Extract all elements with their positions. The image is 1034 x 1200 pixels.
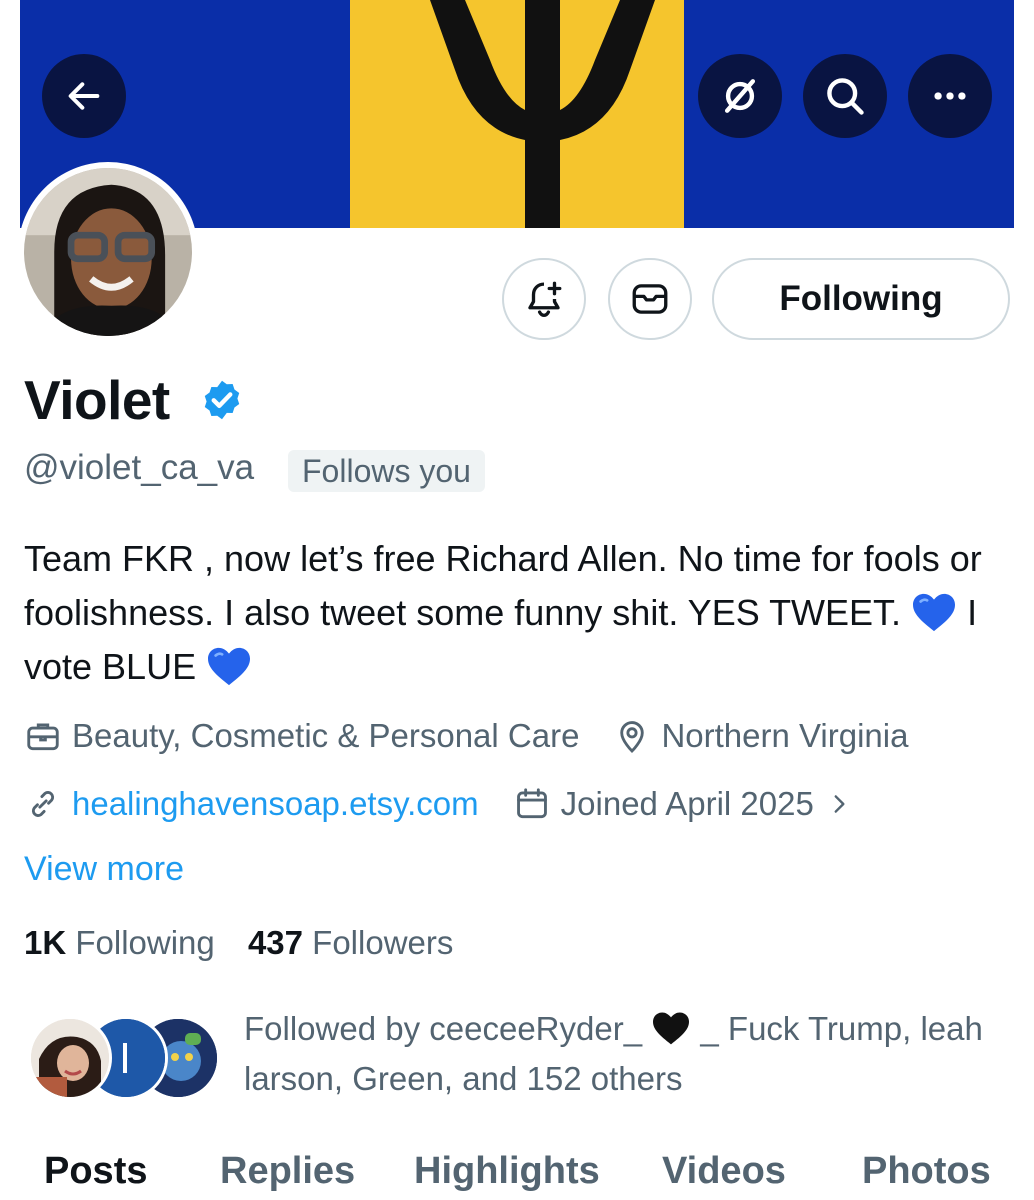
view-more-link[interactable]: View more — [24, 850, 184, 889]
notifications-button[interactable] — [502, 258, 586, 340]
back-button[interactable] — [42, 54, 126, 138]
more-dots-icon — [934, 92, 966, 100]
message-button[interactable] — [608, 258, 692, 340]
follower-avatar-image — [31, 1019, 109, 1097]
followers-count-link[interactable]: 437 Followers — [248, 924, 453, 961]
tab-replies[interactable]: Replies — [220, 1150, 355, 1193]
blue-heart-icon — [913, 593, 956, 632]
location-pin-icon — [620, 721, 645, 754]
following-button[interactable]: Following — [712, 258, 1010, 340]
grok-button[interactable] — [698, 54, 782, 138]
avatar-photo — [24, 168, 192, 336]
website-item[interactable]: healinghavensoap.etsy.com — [24, 785, 479, 823]
following-count-label: Following — [75, 924, 215, 961]
followers-count: 437 — [247, 924, 303, 961]
tab-highlights[interactable]: Highlights — [414, 1150, 600, 1193]
tab-posts[interactable]: Posts — [44, 1150, 147, 1193]
joined-text: Joined April 2025 — [560, 785, 814, 822]
location-text: Northern Virginia — [661, 717, 909, 754]
followed-by-part1: Followed by ceeceeRyder_ — [244, 1010, 652, 1047]
following-button-label: Following — [779, 279, 943, 318]
verified-badge-icon[interactable] — [200, 378, 244, 422]
follower-avatar-1 — [28, 1016, 112, 1100]
profile-handle: @violet_ca_va — [24, 448, 255, 487]
profile-tabs: Posts Replies Highlights Videos Photos — [0, 1150, 1034, 1200]
tab-photos[interactable]: Photos — [862, 1150, 991, 1193]
category-text: Beauty, Cosmetic & Personal Care — [72, 717, 580, 754]
follow-counts: 1K Following 437 Followers — [24, 924, 453, 962]
more-button[interactable] — [908, 54, 992, 138]
website-link[interactable]: healinghavensoap.etsy.com — [72, 785, 479, 823]
grok-slash-icon — [724, 79, 756, 113]
following-count: 1K — [24, 924, 67, 961]
arrow-left-icon — [68, 82, 100, 110]
blue-heart-icon — [208, 647, 251, 686]
link-icon — [31, 791, 55, 817]
profile-meta-row-1: Beauty, Cosmetic & Personal Care Norther… — [24, 714, 908, 758]
category-item: Beauty, Cosmetic & Personal Care — [24, 717, 579, 755]
location-item: Northern Virginia — [613, 717, 908, 755]
bell-plus-icon — [528, 281, 562, 317]
profile-name: Violet — [24, 369, 170, 431]
search-icon — [827, 78, 864, 115]
briefcase-icon — [27, 723, 59, 751]
chevron-right-icon — [834, 795, 845, 813]
profile-bio: Team FKR , now let’s free Richard Allen.… — [24, 532, 1014, 694]
joined-item[interactable]: Joined April 2025 — [513, 785, 852, 823]
followed-by-text[interactable]: Followed by ceeceeRyder_ _ Fuck Trump, l… — [244, 1004, 1014, 1104]
followers-count-label: Followers — [312, 924, 454, 961]
following-count-link[interactable]: 1K Following — [24, 924, 215, 961]
calendar-icon — [516, 788, 547, 819]
bio-text-part1: Team FKR , now let’s free Richard Allen.… — [24, 538, 982, 633]
search-button[interactable] — [803, 54, 887, 138]
follows-you-badge: Follows you — [288, 450, 485, 492]
tab-videos[interactable]: Videos — [662, 1150, 786, 1193]
profile-meta-row-2: healinghavensoap.etsy.com Joined April 2… — [24, 782, 852, 826]
profile-avatar[interactable] — [18, 162, 198, 342]
black-heart-icon — [653, 1012, 690, 1045]
mail-icon — [632, 284, 668, 314]
